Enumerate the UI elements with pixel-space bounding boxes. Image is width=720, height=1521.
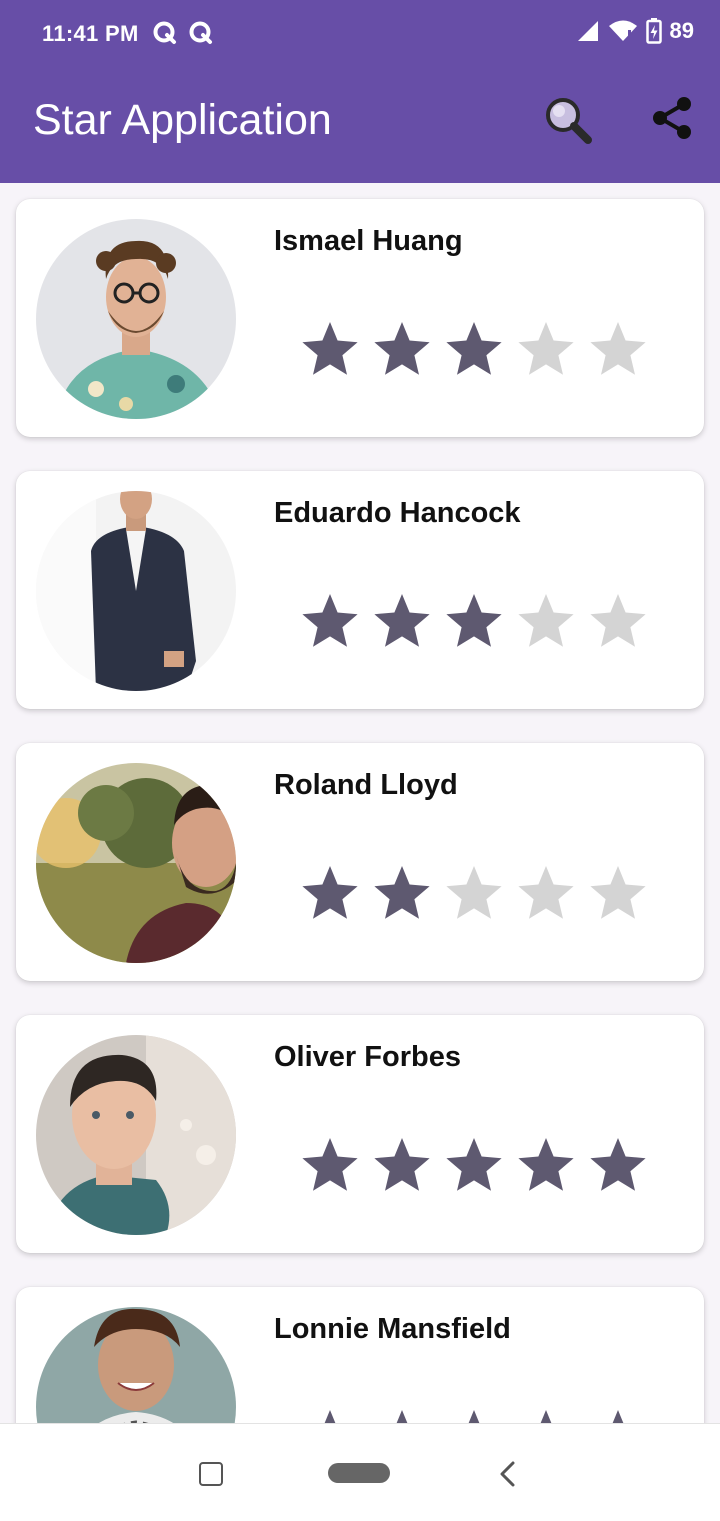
star-filled-icon[interactable]: [444, 591, 504, 651]
person-card[interactable]: Ismael Huang: [16, 199, 704, 437]
star-filled-icon[interactable]: [300, 319, 360, 379]
search-icon[interactable]: [540, 92, 598, 150]
person-card[interactable]: Lonnie Mansfield: [16, 1287, 704, 1423]
star-filled-icon[interactable]: [444, 1135, 504, 1195]
person-list[interactable]: Ismael Huang Eduardo Hancock Roland Lloy…: [0, 183, 720, 1423]
avatar: [36, 1307, 236, 1423]
avatar: [36, 763, 236, 963]
star-filled-icon[interactable]: [516, 1407, 576, 1423]
star-filled-icon[interactable]: [372, 1407, 432, 1423]
star-filled-icon[interactable]: [300, 1135, 360, 1195]
avatar: [36, 1035, 236, 1235]
star-rating[interactable]: [300, 1407, 648, 1423]
avatar: [36, 219, 236, 419]
star-rating[interactable]: [300, 1135, 648, 1195]
star-filled-icon[interactable]: [444, 1407, 504, 1423]
system-nav-bar: [0, 1423, 720, 1521]
star-empty-icon[interactable]: [516, 863, 576, 923]
star-filled-icon[interactable]: [444, 319, 504, 379]
star-filled-icon[interactable]: [372, 319, 432, 379]
star-filled-icon[interactable]: [588, 1407, 648, 1423]
person-name: Lonnie Mansfield: [274, 1313, 511, 1345]
signal-icon: [577, 21, 598, 41]
star-empty-icon[interactable]: [516, 319, 576, 379]
star-empty-icon[interactable]: [588, 591, 648, 651]
status-bar: 11:41 PM 89: [0, 0, 720, 72]
person-name: Eduardo Hancock: [274, 497, 521, 529]
battery-charging-icon: [645, 18, 662, 44]
star-filled-icon[interactable]: [300, 591, 360, 651]
page-title: Star Application: [33, 96, 332, 144]
wifi-icon: [608, 20, 637, 41]
person-name: Roland Lloyd: [274, 769, 458, 801]
q-app-icon: [153, 21, 176, 44]
star-filled-icon[interactable]: [300, 863, 360, 923]
avatar: [36, 491, 236, 691]
star-empty-icon[interactable]: [516, 591, 576, 651]
star-filled-icon[interactable]: [300, 1407, 360, 1423]
battery-level: 89: [669, 18, 694, 43]
status-time: 11:41 PM: [42, 21, 139, 46]
star-rating[interactable]: [300, 591, 648, 651]
star-rating[interactable]: [300, 863, 648, 923]
star-filled-icon[interactable]: [516, 1135, 576, 1195]
star-rating[interactable]: [300, 319, 648, 379]
person-card[interactable]: Roland Lloyd: [16, 743, 704, 981]
person-card[interactable]: Oliver Forbes: [16, 1015, 704, 1253]
star-filled-icon[interactable]: [588, 1135, 648, 1195]
star-filled-icon[interactable]: [372, 863, 432, 923]
star-empty-icon[interactable]: [444, 863, 504, 923]
person-name: Ismael Huang: [274, 225, 463, 257]
share-icon[interactable]: [648, 94, 696, 142]
star-empty-icon[interactable]: [588, 863, 648, 923]
home-button[interactable]: [328, 1463, 390, 1483]
status-icons: 89: [576, 18, 694, 44]
star-filled-icon[interactable]: [372, 1135, 432, 1195]
q-app-icon: [189, 21, 212, 44]
recent-apps-button[interactable]: [199, 1462, 223, 1486]
app-bar: Star Application: [0, 72, 720, 183]
person-card[interactable]: Eduardo Hancock: [16, 471, 704, 709]
person-name: Oliver Forbes: [274, 1041, 461, 1073]
star-empty-icon[interactable]: [588, 319, 648, 379]
back-button[interactable]: [496, 1460, 520, 1488]
star-filled-icon[interactable]: [372, 591, 432, 651]
